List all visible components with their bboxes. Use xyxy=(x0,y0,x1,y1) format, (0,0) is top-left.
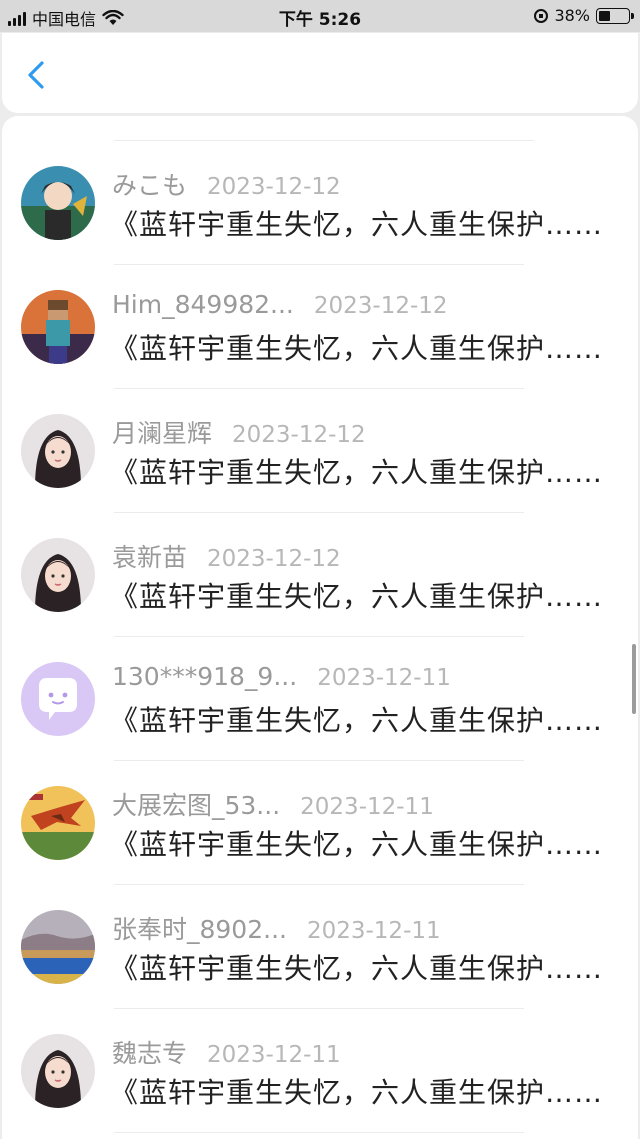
back-button[interactable] xyxy=(20,57,56,93)
user-name: みこも xyxy=(112,171,188,200)
user-name: Him_849982... xyxy=(112,290,294,319)
list-item[interactable]: 魏志专 2023-12-11 《蓝轩宇重生失忆，六人重生保护…… xyxy=(2,1009,638,1133)
eagle-landscape-avatar[interactable] xyxy=(21,786,95,860)
item-date: 2023-12-11 xyxy=(317,665,451,691)
item-content: 《蓝轩宇重生失忆，六人重生保护…… xyxy=(110,456,604,489)
list-item[interactable]: 130***918_9... 2023-12-11 《蓝轩宇重生失忆，六人重生保… xyxy=(2,637,638,761)
item-meta: 袁新苗 2023-12-12 xyxy=(112,538,341,574)
chevron-left-icon xyxy=(28,61,44,89)
item-meta: 月澜星辉 2023-12-12 xyxy=(112,414,366,450)
user-name: 张奉时_8902... xyxy=(112,915,287,944)
item-content: 《蓝轩宇重生失忆，六人重生保护…… xyxy=(110,704,604,737)
item-date: 2023-12-12 xyxy=(207,546,341,572)
item-meta: 130***918_9... 2023-12-11 xyxy=(112,662,451,691)
girl-photo-avatar[interactable] xyxy=(21,538,95,612)
item-content: 《蓝轩宇重生失忆，六人重生保护…… xyxy=(110,208,604,241)
item-meta: みこも 2023-12-12 xyxy=(112,166,341,202)
list-item[interactable]: 大展宏图_53... 2023-12-11 《蓝轩宇重生失忆，六人重生保护…… xyxy=(2,761,638,885)
scrollbar[interactable] xyxy=(632,644,636,714)
item-date: 2023-12-11 xyxy=(300,794,434,820)
lake-landscape-avatar[interactable] xyxy=(21,910,95,984)
status-right: 38% xyxy=(534,6,634,25)
list-item[interactable]: 月澜星辉 2023-12-12 《蓝轩宇重生失忆，六人重生保护…… xyxy=(2,389,638,513)
item-meta: 魏志专 2023-12-11 xyxy=(112,1034,341,1070)
list-item[interactable]: みこも 2023-12-12 《蓝轩宇重生失忆，六人重生保护…… xyxy=(2,141,638,265)
anime-boy-avatar[interactable] xyxy=(21,166,95,240)
status-bar: 中国电信 下午 5:26 38% xyxy=(0,0,640,32)
item-content: 《蓝轩宇重生失忆，六人重生保护…… xyxy=(110,1076,604,1109)
item-content: 《蓝轩宇重生失忆，六人重生保护…… xyxy=(110,332,604,365)
comment-list[interactable]: みこも 2023-12-12 《蓝轩宇重生失忆，六人重生保护…… Him_849… xyxy=(2,116,638,1139)
item-date: 2023-12-12 xyxy=(313,293,448,319)
user-name: 月澜星辉 xyxy=(112,419,213,448)
list-item[interactable]: 张奉时_8902... 2023-12-11 《蓝轩宇重生失忆，六人重生保护…… xyxy=(2,885,638,1009)
item-content: 《蓝轩宇重生失忆，六人重生保护…… xyxy=(110,580,604,613)
item-date: 2023-12-11 xyxy=(207,1042,341,1068)
battery-icon xyxy=(596,7,634,24)
user-name: 大展宏图_53... xyxy=(112,791,281,820)
item-date: 2023-12-12 xyxy=(207,174,341,200)
item-meta: 大展宏图_53... 2023-12-11 xyxy=(112,786,434,822)
battery-percent: 38% xyxy=(554,6,590,25)
item-content: 《蓝轩宇重生失忆，六人重生保护…… xyxy=(110,828,604,861)
item-content: 《蓝轩宇重生失忆，六人重生保护…… xyxy=(110,952,604,985)
minecraft-avatar[interactable] xyxy=(21,290,95,364)
girl-photo-avatar[interactable] xyxy=(21,414,95,488)
user-name: 魏志专 xyxy=(112,1039,188,1068)
list-item[interactable]: 袁新苗 2023-12-12 《蓝轩宇重生失忆，六人重生保护…… xyxy=(2,513,638,637)
list-item[interactable]: Him_849982... 2023-12-12 《蓝轩宇重生失忆，六人重生保护… xyxy=(2,265,638,389)
item-meta: 张奉时_8902... 2023-12-11 xyxy=(112,910,441,946)
battery-fill xyxy=(599,10,610,21)
item-meta: Him_849982... 2023-12-12 xyxy=(112,290,448,319)
girl-photo-avatar[interactable] xyxy=(21,1034,95,1108)
item-date: 2023-12-12 xyxy=(232,422,366,448)
item-date: 2023-12-11 xyxy=(306,918,441,944)
divider xyxy=(114,1132,524,1133)
user-name: 130***918_9... xyxy=(112,662,298,691)
user-name: 袁新苗 xyxy=(112,543,188,572)
nav-header xyxy=(2,33,638,113)
default-chat-avatar[interactable] xyxy=(21,662,95,736)
orientation-lock-icon xyxy=(534,8,549,23)
